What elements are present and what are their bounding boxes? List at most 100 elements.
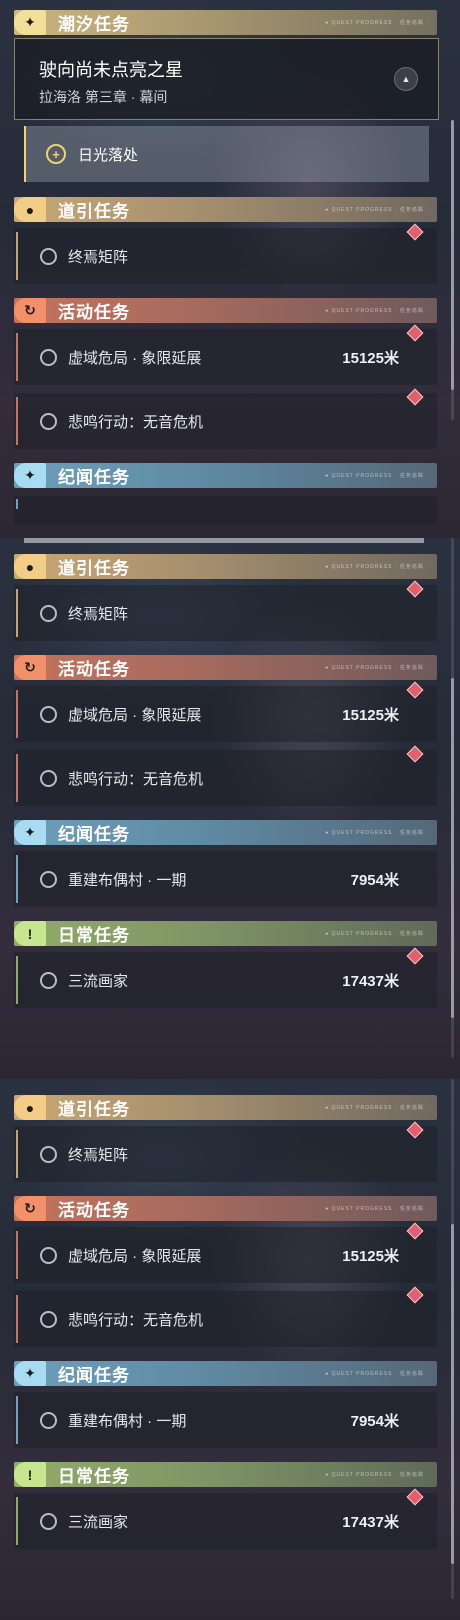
hollow-circle-icon: [40, 348, 57, 366]
category-label: 日常任务: [58, 926, 130, 945]
diamond-marker-icon[interactable]: [406, 580, 424, 598]
quest-row[interactable]: 终焉矩阵: [14, 223, 437, 284]
quest-row[interactable]: 虚域危局 · 象限延展 15125米: [14, 681, 437, 742]
category-header-event[interactable]: ↻ 活动任务 ● QUEST PROGRESS · 任务追踪 ·: [14, 655, 437, 680]
current-step-item[interactable]: + 日光落处: [24, 126, 429, 182]
diamond-marker-icon[interactable]: [406, 947, 424, 965]
hollow-circle-icon: [40, 870, 57, 888]
quest-name: 虚域危局 · 象限延展: [68, 349, 202, 367]
category-header-event[interactable]: ↻ 活动任务 ● QUEST PROGRESS · 任务追踪 ·: [14, 298, 437, 323]
diamond-marker-icon[interactable]: [406, 324, 424, 342]
quest-distance: 7954米: [350, 871, 399, 889]
scrollbar[interactable]: [451, 678, 454, 1018]
quest-name: 终焉矩阵: [68, 1146, 129, 1164]
row-accent: [16, 589, 18, 637]
step-label: 日光落处: [78, 147, 139, 164]
quest-distance: 15125米: [342, 1247, 399, 1265]
hollow-circle-icon: [40, 1246, 57, 1264]
scrollbar[interactable]: [451, 120, 454, 390]
quest-row[interactable]: 悲鸣行动：无音危机: [14, 745, 437, 806]
diamond-marker-icon[interactable]: [406, 681, 424, 699]
step-item-edge: [24, 538, 424, 543]
sparkle-icon: ✦: [14, 463, 46, 488]
hollow-circle-icon: [40, 1512, 57, 1530]
category-tag: ● QUEST PROGRESS · 任务追踪 ·: [325, 1472, 429, 1478]
quest-row[interactable]: 重建布偶村 · 一期 7954米: [14, 851, 437, 907]
map-pin-icon: ●: [14, 1095, 46, 1120]
category-label: 活动任务: [58, 303, 130, 322]
scrollbar[interactable]: [451, 1224, 454, 1564]
chevron-up-icon[interactable]: ▲: [394, 67, 418, 91]
exclamation-box-icon: !: [14, 1462, 46, 1487]
diamond-marker-icon[interactable]: [406, 388, 424, 406]
map-pin-icon: ●: [14, 197, 46, 222]
hollow-circle-icon: [40, 604, 57, 622]
category-tag: ● QUEST PROGRESS · 任务追踪 ·: [325, 20, 429, 26]
refresh-arrow-icon: ↻: [14, 298, 46, 323]
hollow-circle-icon: [40, 247, 57, 265]
category-tag: ● QUEST PROGRESS · 任务追踪 ·: [325, 1105, 429, 1111]
diamond-marker-icon[interactable]: [406, 745, 424, 763]
quest-row[interactable]: 终焉矩阵: [14, 580, 437, 641]
category-header-guide[interactable]: ● 道引任务 ● QUEST PROGRESS · 任务追踪 ·: [14, 554, 437, 579]
category-header-lore[interactable]: ✦ 纪闻任务 ● QUEST PROGRESS · 任务追踪 ·: [14, 820, 437, 845]
quest-row-partial[interactable]: [14, 496, 437, 524]
quest-title: 驶向尚未点亮之星: [39, 60, 183, 80]
row-accent: [16, 397, 18, 445]
hollow-circle-icon: [40, 1411, 57, 1429]
quest-panel-top: ✦ 潮汐任务 ● QUEST PROGRESS · 任务追踪 · 驶向尚未点亮之…: [0, 0, 460, 538]
diamond-marker-icon[interactable]: [406, 1121, 424, 1139]
quest-panel-middle: ● 道引任务 ● QUEST PROGRESS · 任务追踪 · 终焉矩阵 ↻ …: [0, 538, 460, 1079]
category-header-guide[interactable]: ● 道引任务 ● QUEST PROGRESS · 任务追踪 ·: [14, 1095, 437, 1120]
quest-chapter: 拉海洛 第三章 · 幕间: [39, 89, 168, 105]
sparkle-icon: ✦: [14, 1361, 46, 1386]
category-header-daily[interactable]: ! 日常任务 ● QUEST PROGRESS · 任务追踪 ·: [14, 1462, 437, 1487]
hollow-circle-icon: [40, 769, 57, 787]
quest-row[interactable]: 虚域危局 · 象限延展 15125米: [14, 324, 437, 385]
quest-row[interactable]: 三流画家 17437米: [14, 1488, 437, 1549]
row-accent: [16, 1295, 18, 1343]
category-label: 道引任务: [58, 559, 130, 578]
quest-name: 重建布偶村 · 一期: [68, 1412, 187, 1430]
category-label: 活动任务: [58, 1201, 130, 1220]
hollow-circle-icon: [40, 705, 57, 723]
quest-name: 终焉矩阵: [68, 605, 129, 623]
quest-name: 虚域危局 · 象限延展: [68, 1247, 202, 1265]
diamond-marker-icon[interactable]: [406, 1488, 424, 1506]
category-header-lore[interactable]: ✦ 纪闻任务 ● QUEST PROGRESS · 任务追踪 ·: [14, 1361, 437, 1386]
quest-name: 三流画家: [68, 1513, 129, 1531]
hollow-circle-icon: [40, 1145, 57, 1163]
category-header-lore[interactable]: ✦ 纪闻任务 ● QUEST PROGRESS · 任务追踪 ·: [14, 463, 437, 488]
category-header-event[interactable]: ↻ 活动任务 ● QUEST PROGRESS · 任务追踪 ·: [14, 1196, 437, 1221]
exclamation-box-icon: !: [14, 921, 46, 946]
sparkle-icon: ✦: [14, 820, 46, 845]
category-label: 纪闻任务: [58, 468, 130, 487]
quest-name: 终焉矩阵: [68, 248, 129, 266]
quest-row[interactable]: 悲鸣行动：无音危机: [14, 1286, 437, 1347]
row-accent: [16, 956, 18, 1004]
quest-row[interactable]: 悲鸣行动：无音危机: [14, 388, 437, 449]
quest-row[interactable]: 三流画家 17437米: [14, 947, 437, 1008]
category-tag: ● QUEST PROGRESS · 任务追踪 ·: [325, 564, 429, 570]
quest-name: 三流画家: [68, 972, 129, 990]
diamond-marker-icon[interactable]: [406, 1286, 424, 1304]
quest-row[interactable]: 终焉矩阵: [14, 1121, 437, 1182]
diamond-marker-icon[interactable]: [406, 1222, 424, 1240]
category-label: 纪闻任务: [58, 1366, 130, 1385]
diamond-marker-icon[interactable]: [406, 223, 424, 241]
map-pin-icon: ●: [14, 554, 46, 579]
tracked-quest-card[interactable]: 驶向尚未点亮之星 拉海洛 第三章 · 幕间 ▲: [14, 38, 439, 120]
category-header-daily[interactable]: ! 日常任务 ● QUEST PROGRESS · 任务追踪 ·: [14, 921, 437, 946]
category-header-guide[interactable]: ● 道引任务 ● QUEST PROGRESS · 任务追踪 ·: [14, 197, 437, 222]
quest-row[interactable]: 重建布偶村 · 一期 7954米: [14, 1392, 437, 1448]
quest-panel-bottom: ● 道引任务 ● QUEST PROGRESS · 任务追踪 · 终焉矩阵 ↻ …: [0, 1079, 460, 1620]
row-accent: [16, 1396, 18, 1444]
quest-distance: 15125米: [342, 349, 399, 367]
quest-name: 重建布偶村 · 一期: [68, 871, 187, 889]
category-tag: ● QUEST PROGRESS · 任务追踪 ·: [325, 1206, 429, 1212]
quest-distance: 15125米: [342, 706, 399, 724]
quest-row[interactable]: 虚域危局 · 象限延展 15125米: [14, 1222, 437, 1283]
quest-name: 悲鸣行动：无音危机: [68, 413, 204, 431]
quest-name: 虚域危局 · 象限延展: [68, 706, 202, 724]
category-header-tide[interactable]: ✦ 潮汐任务 ● QUEST PROGRESS · 任务追踪 ·: [14, 10, 437, 35]
